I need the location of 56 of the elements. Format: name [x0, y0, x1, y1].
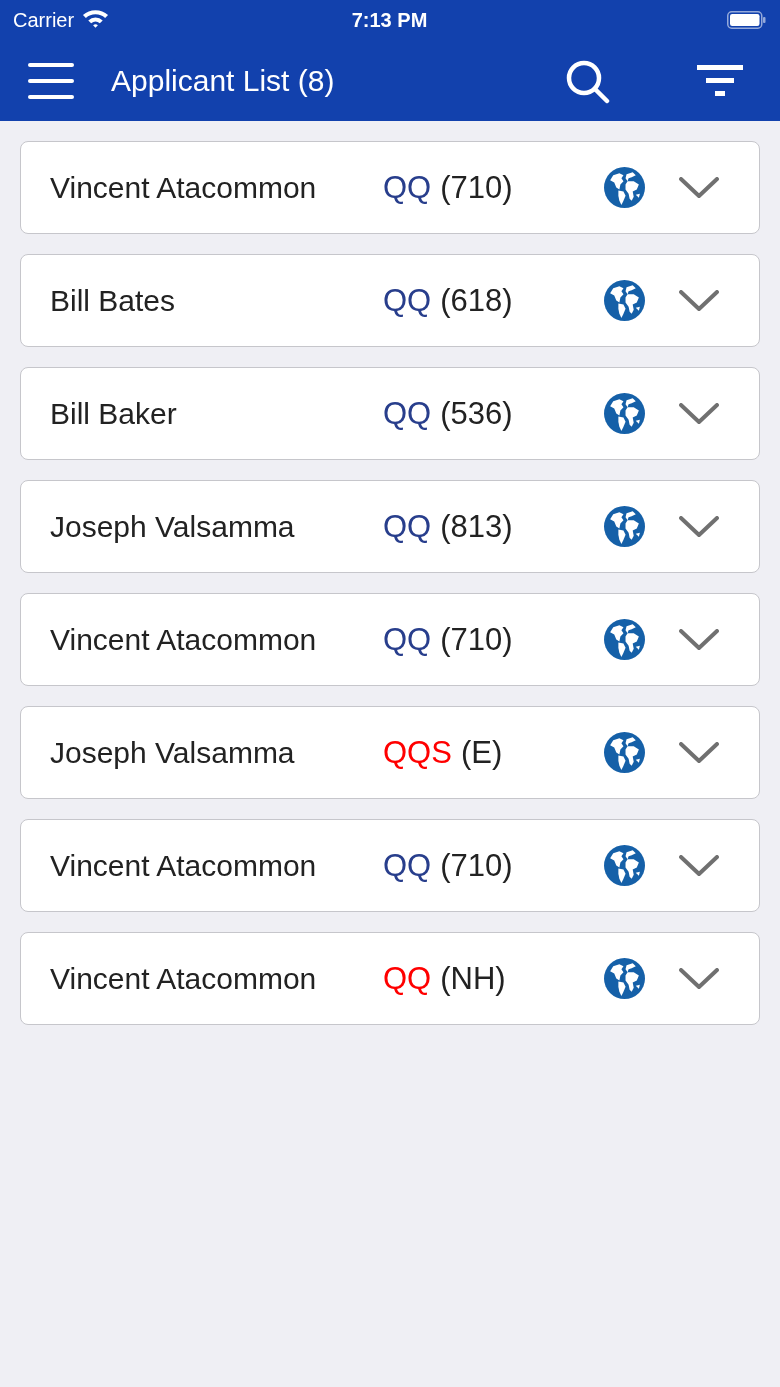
applicant-name: Bill Bates [50, 283, 177, 318]
globe-icon[interactable] [604, 845, 645, 886]
program-code: QQ [383, 169, 432, 206]
score-text: (E) [460, 734, 503, 771]
score-text: (710) [440, 169, 513, 206]
program-code: QQ [383, 395, 432, 432]
applicant-card[interactable]: Bill Bates QQ (618) [20, 254, 760, 347]
applicant-card[interactable]: Vincent Atacommon QQ (NH) [20, 932, 760, 1025]
applicant-name: Vincent Atacommon [50, 622, 318, 657]
chevron-icon[interactable] [679, 628, 719, 651]
globe-icon[interactable] [604, 280, 645, 321]
wifi-icon [82, 8, 110, 28]
applicant-card[interactable]: Vincent Atacommon QQ (710) [20, 141, 760, 234]
chevron-icon[interactable] [679, 402, 719, 425]
applicant-name: Vincent Atacommon [50, 848, 318, 883]
status-time: 7:13 PM [351, 8, 428, 32]
chevron-icon[interactable] [679, 741, 719, 764]
applicant-name: Bill Baker [50, 396, 178, 431]
score-text: (813) [440, 508, 513, 545]
applicant-name: Joseph Valsamma [50, 509, 296, 544]
applicant-card[interactable]: Bill Baker QQ (536) [20, 367, 760, 460]
battery-icon [727, 11, 766, 29]
score-text: (710) [440, 621, 513, 658]
chevron-icon[interactable] [679, 289, 719, 312]
applicant-name: Vincent Atacommon [50, 170, 318, 205]
applicant-name: Vincent Atacommon [50, 961, 318, 996]
program-code: QQ [383, 847, 432, 884]
chevron-icon[interactable] [679, 176, 719, 199]
globe-icon[interactable] [604, 732, 645, 773]
globe-icon[interactable] [604, 958, 645, 999]
applicant-card[interactable]: Vincent Atacommon QQ (710) [20, 819, 760, 912]
score-text: (NH) [440, 960, 506, 997]
carrier-label: Carrier [13, 8, 75, 32]
program-code: QQ [383, 621, 432, 658]
globe-icon[interactable] [604, 393, 645, 434]
search-icon[interactable] [566, 59, 610, 104]
program-code: QQS [383, 734, 452, 771]
screen-title: Applicant List (8) [111, 63, 336, 98]
applicant-card[interactable]: Joseph Valsamma QQS (E) [20, 706, 760, 799]
menu-icon[interactable] [28, 62, 74, 99]
filter-icon[interactable] [697, 64, 743, 97]
program-code: QQ [383, 508, 432, 545]
chevron-icon[interactable] [679, 854, 719, 877]
globe-icon[interactable] [604, 619, 645, 660]
applicant-card[interactable]: Joseph Valsamma QQ (813) [20, 480, 760, 573]
score-text: (618) [440, 282, 513, 319]
program-code: QQ [383, 960, 432, 997]
chevron-icon[interactable] [679, 515, 719, 538]
program-code: QQ [383, 282, 432, 319]
score-text: (710) [440, 847, 513, 884]
applicant-card[interactable]: Vincent Atacommon QQ (710) [20, 593, 760, 686]
chevron-icon[interactable] [679, 967, 719, 990]
applicant-name: Joseph Valsamma [50, 735, 296, 770]
globe-icon[interactable] [604, 506, 645, 547]
score-text: (536) [440, 395, 513, 432]
globe-icon[interactable] [604, 167, 645, 208]
